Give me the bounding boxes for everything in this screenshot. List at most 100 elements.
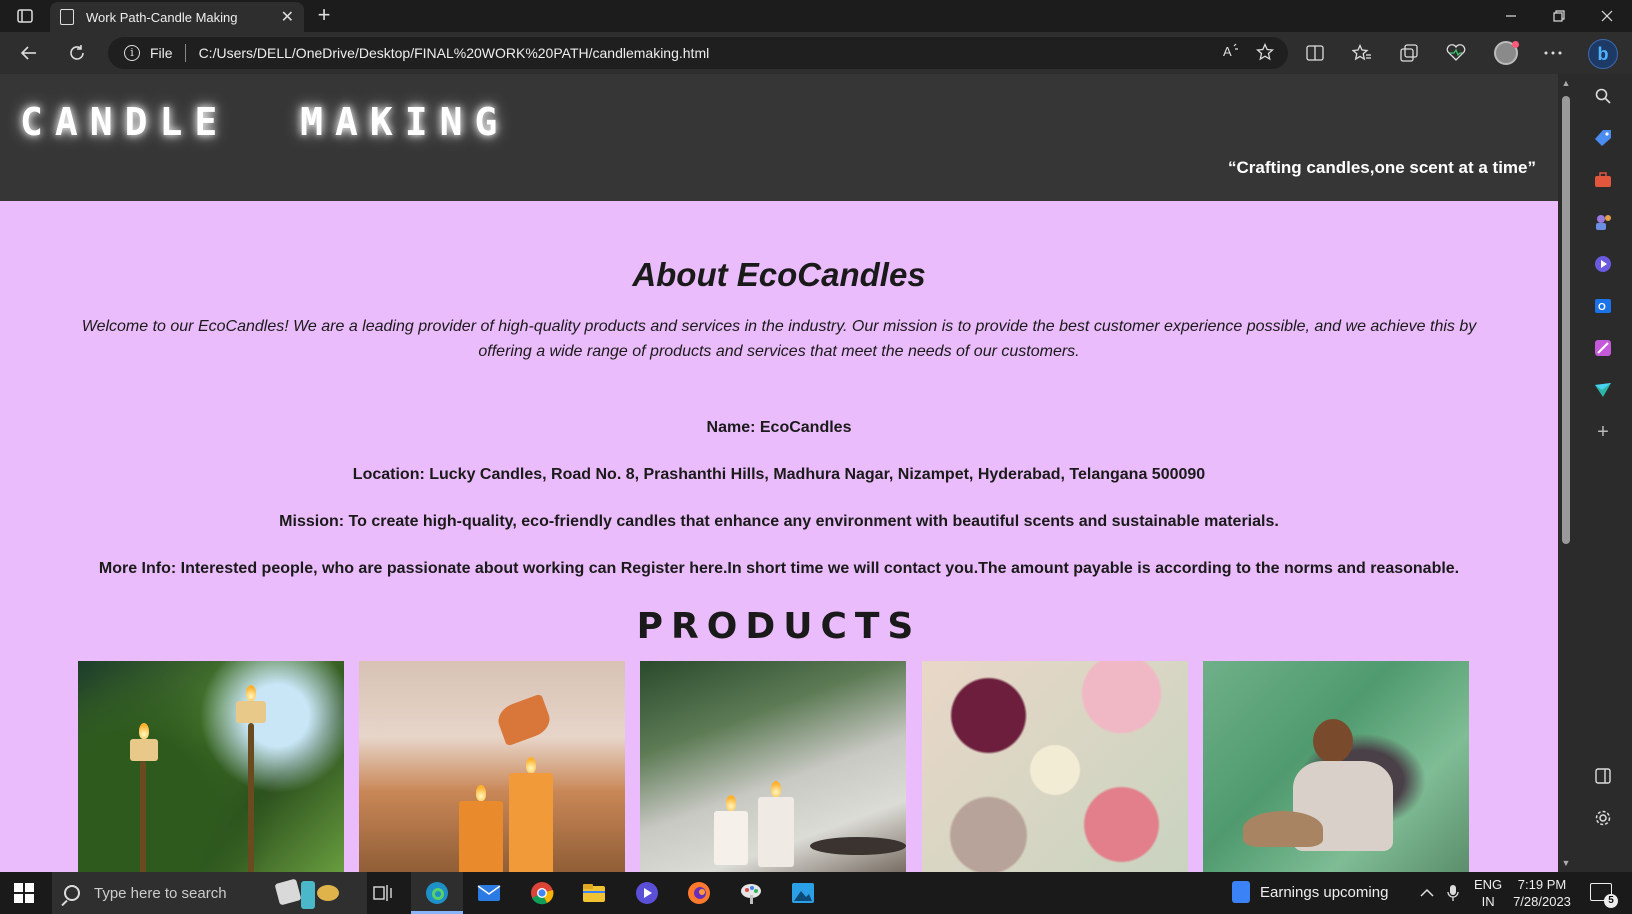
- shopping-tag-icon[interactable]: [1593, 128, 1613, 148]
- edge-sidebar: O +: [1574, 74, 1632, 872]
- taskbar-search-placeholder: Type here to search: [94, 884, 227, 902]
- news-widget[interactable]: Earnings upcoming: [1232, 881, 1388, 903]
- edge-browser-icon[interactable]: [424, 881, 450, 905]
- browser-essentials-icon[interactable]: [1443, 41, 1469, 65]
- candle-shape: [509, 773, 553, 872]
- candle-flame: [726, 795, 736, 811]
- media-player-icon[interactable]: [634, 881, 660, 905]
- settings-gear-icon[interactable]: [1593, 808, 1613, 828]
- mission-line: Mission: To create high-quality, eco-fri…: [279, 513, 1279, 530]
- favorite-star-icon[interactable]: [1255, 42, 1275, 66]
- clock[interactable]: 7:19 PM 7/28/2023: [1510, 872, 1574, 914]
- new-tab-button[interactable]: +: [312, 4, 336, 28]
- scrollbar-thumb[interactable]: [1562, 96, 1570, 544]
- collections-icon[interactable]: [1396, 41, 1422, 65]
- browser-toolbar: i File C:/Users/DELL/OneDrive/Desktop/FI…: [0, 32, 1632, 74]
- read-aloud-icon[interactable]: A: [1222, 43, 1240, 66]
- products-title: PRODUCTS: [636, 606, 922, 647]
- candle-flame: [246, 685, 256, 701]
- taskbar-search-box[interactable]: Type here to search: [52, 872, 367, 914]
- document-icon: [60, 9, 74, 25]
- notification-count-badge: 5: [1604, 894, 1618, 908]
- refresh-icon[interactable]: [62, 39, 92, 67]
- task-view-icon[interactable]: [370, 881, 396, 905]
- windows-start-icon[interactable]: [14, 883, 34, 903]
- language-code: ENG: [1474, 877, 1503, 892]
- product-image-tealight-candles: [922, 661, 1188, 872]
- news-widget-icon: [1232, 881, 1250, 903]
- candle-flame: [139, 723, 149, 739]
- restore-icon[interactable]: [1536, 0, 1582, 32]
- tools-briefcase-icon[interactable]: [1593, 170, 1613, 190]
- candle-stand: [248, 723, 254, 872]
- tab-actions-icon[interactable]: [8, 5, 42, 27]
- clock-time: 7:19 PM: [1517, 877, 1567, 892]
- region-code: IN: [1481, 894, 1495, 909]
- page-scrollbar[interactable]: ▲ ▼: [1558, 74, 1574, 872]
- back-arrow-icon[interactable]: [14, 39, 44, 67]
- title-bar: Work Path-Candle Making ✕ +: [0, 0, 1632, 32]
- bing-copilot-icon[interactable]: b: [1588, 39, 1618, 69]
- microphone-icon[interactable]: [1447, 872, 1459, 914]
- candle-shape: [714, 811, 748, 865]
- scroll-up-icon[interactable]: ▲: [1561, 78, 1571, 88]
- favorites-icon[interactable]: [1349, 41, 1375, 65]
- language-indicator[interactable]: ENG IN: [1474, 872, 1502, 914]
- split-screen-icon[interactable]: [1302, 41, 1328, 65]
- mail-icon[interactable]: [476, 881, 502, 905]
- minimize-icon[interactable]: [1488, 0, 1534, 32]
- candle-shape: [130, 739, 158, 761]
- file-explorer-icon[interactable]: [581, 881, 607, 905]
- product-image-pillar-candles: [359, 661, 625, 872]
- add-sidebar-app-icon[interactable]: +: [1593, 421, 1613, 443]
- games-icon[interactable]: [1593, 212, 1613, 232]
- location-line: Location: Lucky Candles, Road No. 8, Pra…: [352, 466, 1206, 483]
- address-bar[interactable]: i File C:/Users/DELL/OneDrive/Desktop/FI…: [108, 37, 1288, 69]
- designer-icon[interactable]: [1593, 338, 1613, 358]
- web-page: CANDLE MAKING “Crafting candles,one scen…: [0, 74, 1558, 872]
- show-hidden-icons-chevron-icon[interactable]: [1420, 872, 1434, 914]
- windows-taskbar: Type here to search Earnings upcoming EN…: [0, 872, 1632, 914]
- candle-shape: [758, 797, 794, 867]
- outlook-icon[interactable]: O: [1593, 296, 1613, 316]
- tagline: “Crafting candles,one scent at a time”: [1228, 158, 1536, 177]
- chrome-icon[interactable]: [529, 881, 555, 905]
- site-info-icon[interactable]: i: [124, 45, 140, 61]
- svg-text:O: O: [1598, 302, 1606, 313]
- url-separator: [184, 44, 186, 62]
- name-line: Name: EcoCandles: [706, 419, 852, 436]
- product-image-white-candles: [640, 661, 906, 872]
- close-window-icon[interactable]: [1584, 0, 1630, 32]
- browser-tab[interactable]: Work Path-Candle Making ✕: [50, 2, 304, 32]
- firefox-icon[interactable]: [686, 881, 712, 905]
- photos-icon[interactable]: [790, 881, 816, 905]
- url-text[interactable]: C:/Users/DELL/OneDrive/Desktop/FINAL%20W…: [199, 45, 710, 61]
- copilot-icon[interactable]: [1593, 254, 1613, 274]
- tab-title: Work Path-Candle Making: [86, 9, 238, 25]
- candle-shape: [459, 801, 503, 872]
- tab-close-icon[interactable]: ✕: [281, 7, 294, 27]
- site-header: CANDLE MAKING “Crafting candles,one scen…: [0, 74, 1558, 201]
- news-widget-text: Earnings upcoming: [1260, 883, 1389, 901]
- candle-flame: [476, 785, 486, 801]
- hide-sidebar-icon[interactable]: [1593, 766, 1613, 786]
- taskbar-search-icon: [64, 885, 80, 901]
- artisan-head: [1313, 719, 1353, 763]
- profile-avatar[interactable]: [1494, 41, 1519, 65]
- about-intro: Welcome to our EcoCandles! We are a lead…: [81, 318, 1477, 360]
- more-options-icon[interactable]: [1540, 41, 1566, 65]
- about-title: About EcoCandles: [632, 256, 926, 293]
- clock-date: 7/28/2023: [1513, 894, 1571, 909]
- product-image-pottery-artisan: [1203, 661, 1469, 872]
- candle-flame: [771, 781, 781, 797]
- drop-send-icon[interactable]: [1593, 380, 1613, 400]
- search-icon[interactable]: [1593, 86, 1613, 106]
- scroll-down-icon[interactable]: ▼: [1561, 858, 1571, 868]
- autumn-leaf: [494, 693, 554, 747]
- candle-tray: [810, 837, 906, 855]
- site-title: CANDLE MAKING: [20, 100, 510, 144]
- more-info-line: More Info: Interested people, who are pa…: [98, 560, 1460, 577]
- product-image-garden-candles: [78, 661, 344, 872]
- paint-app-icon[interactable]: [738, 881, 764, 905]
- candle-stand: [140, 761, 146, 872]
